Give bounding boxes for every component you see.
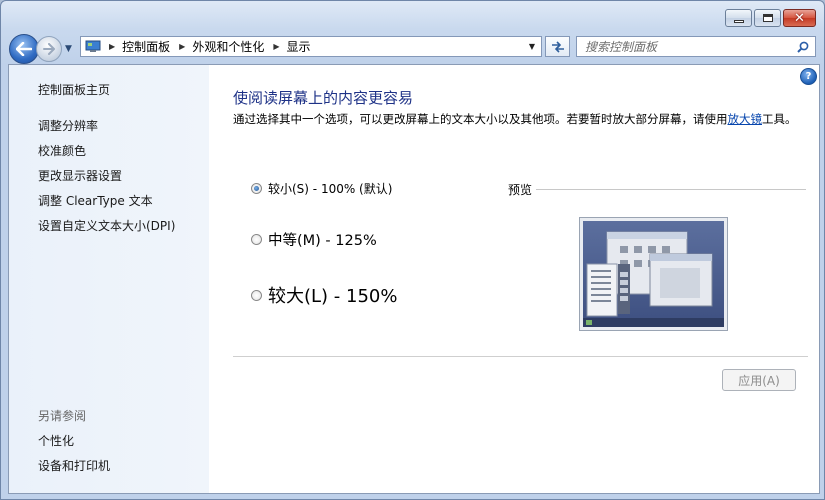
breadcrumb-control-panel[interactable]: 控制面板 xyxy=(122,38,170,55)
back-button[interactable] xyxy=(9,34,39,64)
see-also-heading: 另请参阅 xyxy=(38,409,87,423)
sidebar-item-devices-printers[interactable]: 设备和打印机 xyxy=(38,457,110,474)
option-medium-label: 中等(M) - 125% xyxy=(268,233,377,249)
sidebar-item-custom-dpi[interactable]: 设置自定义文本大小(DPI) xyxy=(38,217,175,234)
refresh-icon xyxy=(551,40,564,53)
sidebar-item-personalization[interactable]: 个性化 xyxy=(38,432,74,449)
preview-divider xyxy=(536,189,806,190)
window: ✕ ▼ ▶ 控制面板 ▶ 外观和个性化 ▶ 显示 ▼ 控制面板主页 调整分辨率 … xyxy=(0,0,825,500)
description-text: 通过选择其中一个选项，可以更改屏幕上的文本大小以及其他项。若要暂时放大部分屏幕，… xyxy=(233,112,728,126)
sidebar-item-control-panel-home[interactable]: 控制面板主页 xyxy=(38,81,110,98)
section-divider xyxy=(233,356,808,357)
sidebar-item-adjust-resolution[interactable]: 调整分辨率 xyxy=(38,117,98,134)
content-frame: 控制面板主页 调整分辨率 校准颜色 更改显示器设置 调整 ClearType 文… xyxy=(8,64,820,494)
breadcrumb-display[interactable]: 显示 xyxy=(287,38,311,55)
apply-button[interactable]: 应用(A) xyxy=(722,369,796,391)
address-dropdown-icon[interactable]: ▼ xyxy=(529,42,535,51)
desktop-preview-icon xyxy=(583,221,724,327)
minimize-icon xyxy=(733,19,744,23)
maximize-icon xyxy=(762,14,773,22)
option-larger-label: 较大(L) - 150% xyxy=(268,286,398,307)
forward-button[interactable] xyxy=(36,36,62,62)
close-icon: ✕ xyxy=(794,10,805,26)
page-description: 通过选择其中一个选项，可以更改屏幕上的文本大小以及其他项。若要暂时放大部分屏幕，… xyxy=(233,111,798,128)
close-button[interactable]: ✕ xyxy=(783,9,816,27)
caption-buttons: ✕ xyxy=(725,9,816,27)
sidebar-item-change-display-settings[interactable]: 更改显示器设置 xyxy=(38,167,122,184)
control-panel-icon xyxy=(85,40,101,52)
description-text-end: 工具。 xyxy=(762,112,797,126)
navigation-buttons: ▼ xyxy=(9,34,72,64)
option-smaller-label: 较小(S) - 100% (默认) xyxy=(268,182,393,196)
arrow-left-icon xyxy=(16,42,32,56)
refresh-button[interactable] xyxy=(545,36,570,57)
sidebar-item-calibrate-color[interactable]: 校准颜色 xyxy=(38,142,86,159)
preview-label: 预览 xyxy=(508,183,533,197)
maximize-button[interactable] xyxy=(754,9,781,27)
minimize-button[interactable] xyxy=(725,9,752,27)
main-panel: ? 使阅读屏幕上的内容更容易 通过选择其中一个选项，可以更改屏幕上的文本大小以及… xyxy=(209,65,819,493)
page-title: 使阅读屏幕上的内容更容易 xyxy=(233,89,414,107)
breadcrumb-appearance[interactable]: 外观和个性化 xyxy=(192,38,264,55)
radio-larger[interactable] xyxy=(251,289,262,301)
option-medium[interactable]: 中等(M) - 125% xyxy=(251,229,377,250)
search-icon[interactable] xyxy=(797,41,809,53)
sidebar-item-cleartype[interactable]: 调整 ClearType 文本 xyxy=(38,192,153,209)
radio-smaller[interactable] xyxy=(251,183,262,194)
search-box[interactable] xyxy=(576,36,816,57)
search-input[interactable] xyxy=(577,37,797,56)
magnifier-link[interactable]: 放大镜 xyxy=(728,112,763,126)
radio-medium[interactable] xyxy=(251,234,262,245)
chevron-right-icon[interactable]: ▶ xyxy=(273,42,279,51)
option-larger[interactable]: 较大(L) - 150% xyxy=(251,282,397,308)
chevron-right-icon[interactable]: ▶ xyxy=(179,42,185,51)
option-smaller[interactable]: 较小(S) - 100% (默认) xyxy=(251,180,392,197)
chevron-right-icon[interactable]: ▶ xyxy=(109,42,115,51)
preview-image xyxy=(579,217,728,331)
recent-pages-dropdown[interactable]: ▼ xyxy=(65,44,72,54)
address-bar[interactable]: ▶ 控制面板 ▶ 外观和个性化 ▶ 显示 ▼ xyxy=(80,36,542,57)
arrow-right-icon xyxy=(43,43,55,55)
help-icon[interactable]: ? xyxy=(800,68,817,85)
sidebar: 控制面板主页 调整分辨率 校准颜色 更改显示器设置 调整 ClearType 文… xyxy=(9,65,209,493)
